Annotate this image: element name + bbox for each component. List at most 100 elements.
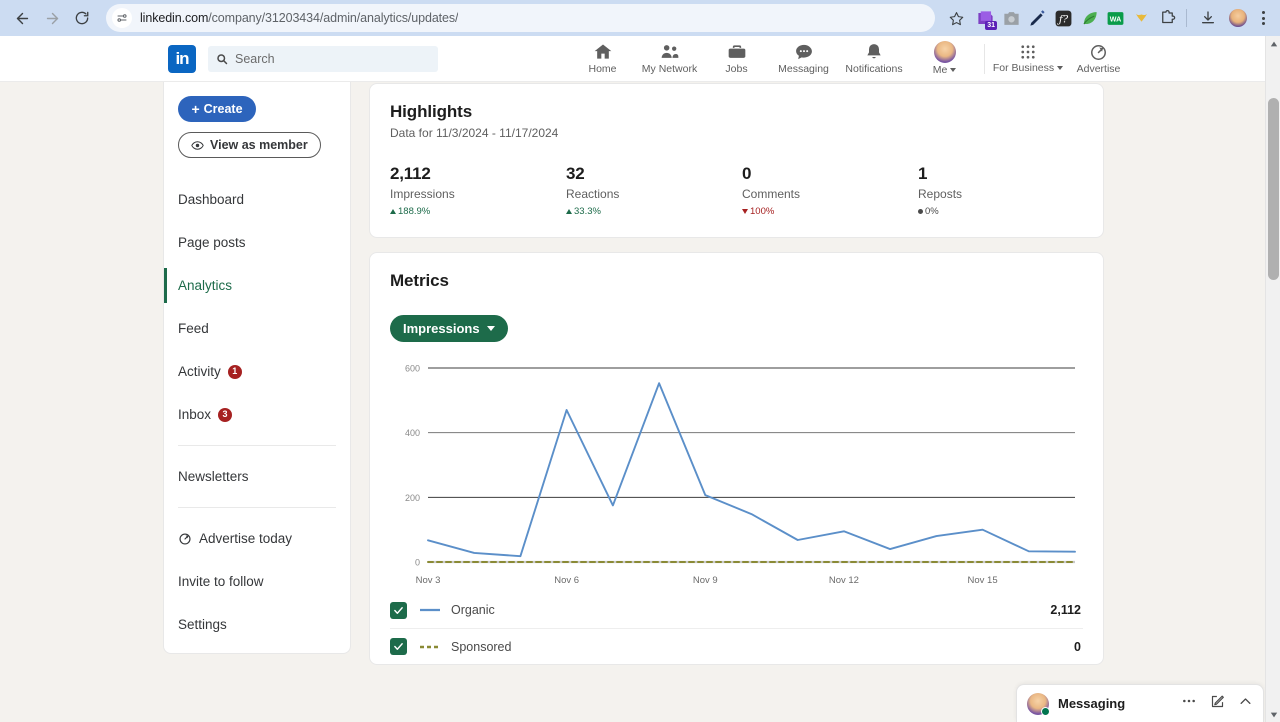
chevron-up-icon[interactable] [1238,694,1253,714]
home-icon [594,44,611,59]
inbox-badge: 3 [218,407,233,422]
profile-avatar-icon[interactable] [1224,4,1252,32]
main-column: Highlights Data for 11/3/2024 - 11/17/20… [369,82,1104,679]
stat-comments: 0 Comments 100% [742,164,918,217]
calendar-extension-icon[interactable]: 31 [975,8,997,30]
view-as-member-button[interactable]: View as member [178,132,321,158]
sidebar-item-advertise-today[interactable]: Advertise today [164,517,350,560]
svg-text:Nov 9: Nov 9 [693,575,718,586]
site-settings-icon[interactable] [112,8,132,28]
legend-checkbox-organic[interactable] [390,601,407,619]
back-arrow-icon[interactable] [8,4,36,32]
compose-icon[interactable] [1210,694,1225,714]
svg-text:WA: WA [1109,15,1120,23]
sidebar-item-settings[interactable]: Settings [164,603,350,646]
avatar [933,41,956,63]
stat-value-impressions: 2,112 [390,164,431,183]
messaging-widget[interactable]: Messaging [1016,684,1264,722]
sidebar-item-activity[interactable]: Activity 1 [164,350,350,393]
svg-text:200: 200 [405,493,420,503]
sidebar-label-activity: Activity [178,364,221,379]
sidebar-item-feed[interactable]: Feed [164,307,350,350]
briefcase-icon [728,45,745,58]
nav-item-for-business[interactable]: For Business [991,43,1065,74]
download-icon[interactable] [1194,4,1222,32]
legend-label-sponsored: Sponsored [451,639,512,654]
sidebar-item-page-posts[interactable]: Page posts [164,221,350,264]
sidebar-actions: + Create View as member [164,96,350,158]
metrics-title: Metrics [390,271,449,290]
nav-item-notifications[interactable]: Notifications [837,42,911,75]
leaf-extension-icon[interactable] [1079,8,1099,28]
ellipsis-icon[interactable] [1181,693,1197,714]
wa-extension-icon[interactable]: WA [1105,8,1125,28]
stat-delta-impressions: 188.9% [390,206,566,217]
star-icon[interactable] [943,5,969,31]
search-input[interactable]: Search [208,45,438,72]
nav-item-my-network[interactable]: My Network [636,42,703,75]
scroll-up-arrow-icon[interactable] [1266,36,1280,51]
legend-checkbox-sponsored[interactable] [390,638,407,655]
formula-extension-icon[interactable]: ƒ? [1053,8,1073,28]
scroll-down-arrow-icon[interactable] [1266,707,1280,722]
nav-item-home[interactable]: Home [569,42,636,75]
linkedin-logo-icon[interactable]: in [168,44,196,73]
nav-item-jobs[interactable]: Jobs [703,42,770,75]
legend-label-organic: Organic [451,603,495,617]
extensions-row: 31 ƒ? WA [975,8,1179,30]
scrollbar-thumb[interactable] [1268,98,1279,280]
nav-item-messaging[interactable]: Messaging [770,42,837,75]
sidebar-item-dashboard[interactable]: Dashboard [164,178,350,221]
sidebar-label-advertise-today: Advertise today [199,531,293,546]
page-viewport: in Search Home My Network Jobs Messaging [0,36,1280,722]
advertise-icon [179,532,191,545]
create-button[interactable]: + Create [178,96,256,122]
nav-item-me[interactable]: Me [911,41,978,76]
sidebar-item-newsletters[interactable]: Newsletters [164,455,350,498]
nav-item-advertise[interactable]: Advertise [1065,43,1132,75]
stat-value-reposts: 1 [918,164,928,183]
nav-label-messaging: Messaging [778,63,829,75]
sidebar-label-feed: Feed [178,321,209,336]
svg-text:600: 600 [405,364,420,374]
page-scrollbar[interactable] [1265,36,1280,722]
check-icon [394,606,403,614]
messaging-title: Messaging [1058,696,1126,711]
nav-label-my-network: My Network [641,63,698,75]
sidebar-nav: Dashboard Page posts Analytics Feed Acti… [164,178,350,646]
global-nav-items: Home My Network Jobs Messaging Notificat… [569,41,1132,76]
sidebar-item-inbox[interactable]: Inbox 3 [164,393,350,436]
metric-selector-label: Impressions [403,321,480,336]
nav-label-home: Home [588,63,617,75]
grid-apps-icon [1021,45,1035,59]
forward-arrow-icon[interactable] [38,4,66,32]
nav-label-me: Me [933,64,957,76]
reload-icon[interactable] [68,4,96,32]
nav-divider [984,43,985,74]
pen-extension-icon[interactable] [1027,8,1047,28]
address-bar[interactable]: linkedin.com/company/31203434/admin/anal… [106,4,935,32]
activity-badge: 1 [227,364,242,379]
sidebar-label-settings: Settings [178,617,227,632]
legend-row-organic: Organic 2,112 [390,592,1083,628]
page-body: + Create View as member Dashboard Page p… [0,82,1268,679]
puzzle-extensions-icon[interactable] [1157,8,1177,28]
metric-selector-dropdown[interactable]: Impressions [390,315,508,342]
sidebar-item-analytics[interactable]: Analytics [164,264,350,307]
stat-value-comments: 0 [742,164,752,183]
sidebar-label-dashboard: Dashboard [178,192,245,207]
legend-value-sponsored: 0 [1074,639,1081,654]
camera-extension-icon[interactable] [1001,8,1021,28]
kebab-menu-icon[interactable] [1254,4,1272,32]
svg-text:0: 0 [415,558,420,568]
admin-sidebar: + Create View as member Dashboard Page p… [163,82,351,654]
metrics-card: Metrics Impressions 0 200 400 600 Nov 3 Nov 6… [369,252,1104,665]
check-icon [394,643,403,650]
svg-text:Nov 15: Nov 15 [968,575,998,586]
honey-extension-icon[interactable] [1131,8,1151,28]
sidebar-label-invite-to-follow: Invite to follow [178,574,264,589]
chart-legend: Organic 2,112 Sponsored 0 [390,592,1083,664]
messaging-avatar [1027,692,1050,716]
trend-flat-icon [918,209,923,214]
sidebar-item-invite-to-follow[interactable]: Invite to follow [164,560,350,603]
